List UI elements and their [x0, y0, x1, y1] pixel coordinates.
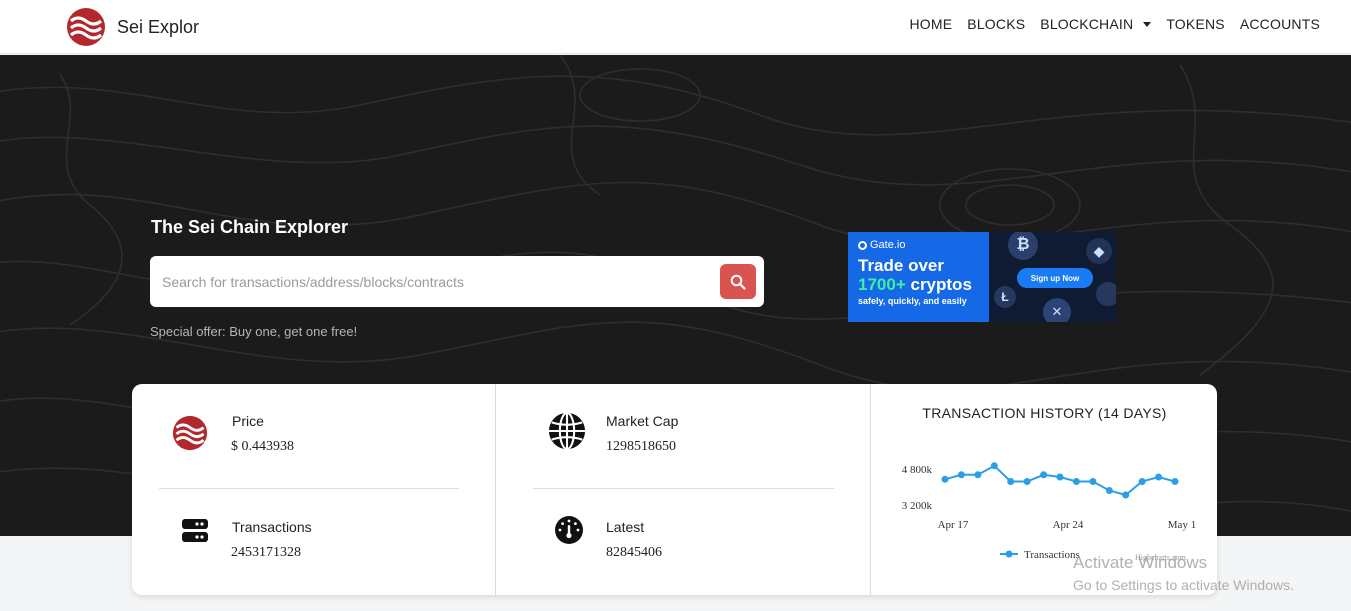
ethereum-coin-icon: ◆: [1086, 238, 1112, 264]
latest-value: 82845406: [606, 545, 662, 560]
market-cap-value: 1298518650: [606, 439, 676, 454]
row-divider: [533, 488, 834, 489]
data-point[interactable]: [957, 471, 965, 479]
latest-label: Latest: [606, 519, 645, 535]
search-input[interactable]: [162, 271, 702, 293]
data-point[interactable]: [990, 462, 998, 470]
price-label: Price: [232, 413, 264, 429]
y-tick-label: 4 800k: [902, 464, 933, 476]
data-point[interactable]: [1138, 478, 1146, 485]
speedometer-icon: [555, 516, 583, 544]
transactions-label: Transactions: [232, 519, 312, 535]
series-points: [941, 462, 1179, 499]
top-navbar: Sei Explor HOME BLOCKS BLOCKCHAIN TOKENS…: [0, 0, 1351, 54]
nav-tokens[interactable]: TOKENS: [1166, 16, 1225, 32]
column-divider: [495, 384, 496, 595]
ad-brand-label: Gate.io: [870, 239, 906, 251]
data-point[interactable]: [1089, 478, 1097, 485]
search-icon: [730, 274, 746, 290]
data-point[interactable]: [1122, 491, 1130, 499]
shield-coin-icon: [1096, 282, 1116, 306]
transactions-value: 2453171328: [231, 545, 301, 560]
nav-blockchain[interactable]: BLOCKCHAIN: [1040, 16, 1152, 32]
transactions-stat-icon: [175, 511, 215, 551]
row-divider: [159, 488, 459, 489]
price-stat-icon: [170, 413, 210, 453]
server-icon: [182, 519, 208, 542]
activate-windows-watermark: Activate Windows Go to Settings to activ…: [1073, 553, 1294, 593]
stats-card: Price $ 0.443938 Transactions 2453171328…: [132, 384, 1217, 595]
x-tick-label: Apr 17: [938, 519, 969, 531]
legend-label: Transactions: [1024, 549, 1080, 561]
bitcoin-coin-icon: ₿: [1008, 232, 1038, 260]
nav-accounts[interactable]: ACCOUNTS: [1240, 16, 1320, 32]
price-value: $ 0.443938: [231, 439, 294, 454]
data-point[interactable]: [1040, 471, 1048, 479]
brand[interactable]: Sei Explor: [66, 7, 199, 47]
globe-icon: [548, 411, 586, 451]
x-tick-label: May 1: [1168, 519, 1196, 531]
ripple-coin-icon: ✕: [1043, 298, 1071, 322]
special-offer-text: Special offer: Buy one, get one free!: [150, 324, 358, 339]
chart-title: TRANSACTION HISTORY (14 DAYS): [922, 405, 1167, 421]
litecoin-coin-icon: Ł: [994, 286, 1016, 308]
sei-logo-icon: [67, 8, 105, 46]
column-divider: [870, 384, 871, 595]
gate-logo-icon: [858, 240, 867, 250]
ad-brand: Gate.io: [858, 239, 905, 251]
nav-home[interactable]: HOME: [909, 16, 952, 32]
data-point[interactable]: [974, 471, 982, 479]
hero-title: The Sei Chain Explorer: [151, 217, 349, 237]
data-point[interactable]: [1007, 478, 1015, 485]
legend[interactable]: Transactions: [1000, 549, 1080, 561]
data-point[interactable]: [1171, 478, 1179, 485]
main-nav: HOME BLOCKS BLOCKCHAIN TOKENS ACCOUNTS: [894, 16, 1320, 32]
market-cap-label: Market Cap: [606, 413, 679, 429]
ad-tagline: safely, quickly, and easily: [858, 296, 967, 306]
search-box: [150, 256, 764, 307]
data-point[interactable]: [1072, 478, 1080, 485]
ad-headline-2: 1700+ cryptos: [858, 275, 972, 295]
search-button[interactable]: [720, 264, 756, 299]
nav-blocks[interactable]: BLOCKS: [967, 16, 1025, 32]
ad-word: cryptos: [910, 275, 972, 294]
ad-banner[interactable]: Gate.io Trade over 1700+ cryptos safely,…: [848, 232, 1116, 322]
ad-text-panel: Gate.io Trade over 1700+ cryptos safely,…: [848, 232, 989, 322]
sei-logo-icon: [172, 415, 208, 451]
ad-number: 1700+: [858, 275, 906, 294]
ad-headline: Trade over: [858, 256, 944, 275]
watermark-title: Activate Windows: [1073, 553, 1208, 572]
nav-blockchain-label: BLOCKCHAIN: [1040, 16, 1134, 32]
market-cap-stat-icon: [547, 411, 587, 451]
data-point[interactable]: [1105, 487, 1113, 494]
latest-stat-icon: [549, 510, 589, 550]
data-point[interactable]: [1023, 478, 1031, 485]
x-tick-label: Apr 24: [1053, 519, 1084, 531]
ad-signup-button[interactable]: Sign up Now: [1017, 268, 1093, 288]
chevron-down-icon: [1143, 21, 1152, 27]
data-point[interactable]: [1155, 473, 1163, 481]
watermark-subtitle: Go to Settings to activate Windows.: [1073, 577, 1294, 593]
legend-marker: [1005, 550, 1013, 558]
y-tick-label: 3 200k: [902, 500, 933, 512]
brand-name: Sei Explor: [117, 16, 200, 37]
data-point[interactable]: [1056, 473, 1064, 481]
data-point[interactable]: [941, 475, 949, 483]
